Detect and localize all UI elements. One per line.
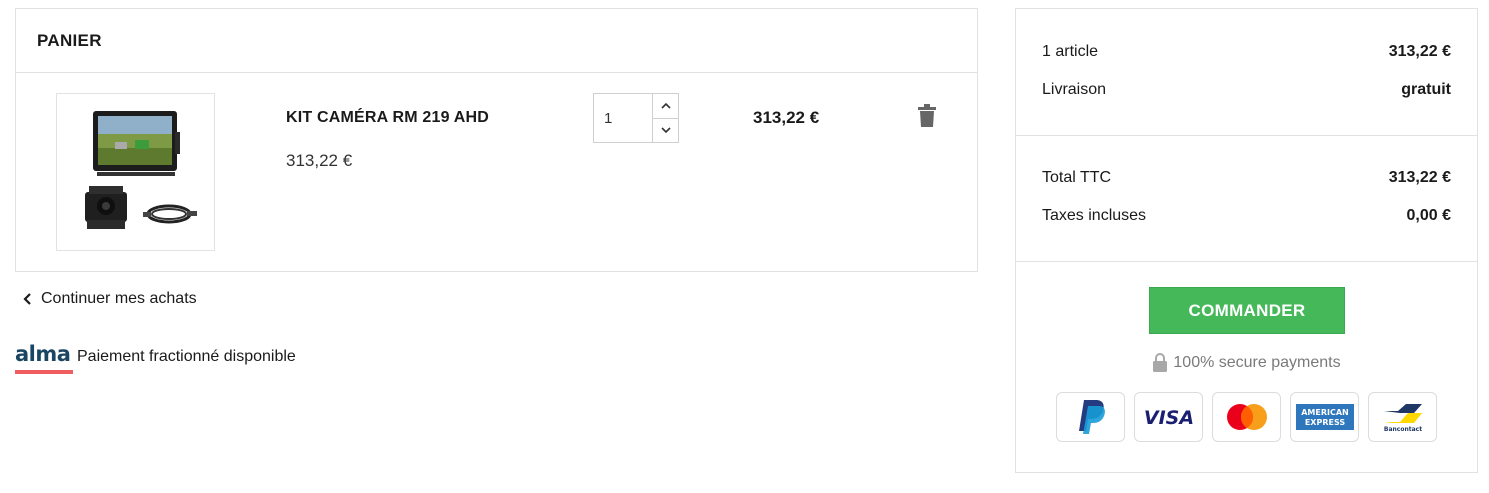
payment-card-paypal [1056,392,1125,442]
taxes-label: Taxes incluses [1042,207,1147,224]
secure-payments: 100% secure payments [1016,353,1477,372]
continue-shopping-label: Continuer mes achats [41,290,197,307]
lock-icon [1153,353,1168,372]
chevron-left-icon [23,293,31,305]
secure-payments-label: 100% secure payments [1173,353,1341,371]
line-total: 313,22 € [753,108,820,127]
articles-label: 1 article [1042,43,1099,60]
shipping-label: Livraison [1042,81,1107,98]
total-label: Total TTC [1042,169,1112,186]
alma-logo-underline [15,370,73,374]
checkout-button[interactable]: COMMANDER [1149,287,1345,334]
amex-icon: AMERICAN EXPRESS [1295,404,1354,430]
cart-title: PANIER [37,31,102,50]
svg-text:EXPRESS: EXPRESS [1304,418,1345,427]
svg-text:AMERICAN: AMERICAN [1301,408,1349,417]
payment-methods: VISA AMERICAN EXPRESS Bancontact [1056,392,1437,442]
product-name[interactable]: KIT CAMÉRA RM 219 AHD [286,109,489,127]
trash-icon [918,104,936,127]
taxes-value: 0,00 € [1406,207,1451,224]
alma-text: Paiement fractionné disponible [77,348,296,365]
paypal-icon [1078,400,1105,434]
product-image[interactable] [56,93,215,251]
visa-icon: VISA [1143,407,1193,428]
payment-card-mastercard [1212,392,1281,442]
svg-text:VISA: VISA [1143,407,1193,428]
payment-card-bancontact: Bancontact [1368,392,1437,442]
bancontact-icon: Bancontact [1383,404,1422,433]
summary-row-total: Total TTC 313,22 € [1042,159,1451,197]
alma-logo: alma [15,342,73,374]
summary-totals-block: Total TTC 313,22 € Taxes incluses 0,00 € [1016,136,1477,262]
continue-shopping-link[interactable]: Continuer mes achats [22,290,197,308]
alma-logo-text: alma [15,342,71,366]
total-value: 313,22 € [1388,169,1451,186]
quantity-stepper [593,93,679,143]
chevron-up-icon [660,102,671,109]
order-summary: 1 article 313,22 € Livraison gratuit Tot… [1015,8,1478,473]
summary-row-taxes: Taxes incluses 0,00 € [1042,197,1451,235]
summary-row-articles: 1 article 313,22 € [1042,33,1451,71]
svg-text:Bancontact: Bancontact [1383,426,1421,433]
cart-panel: PANIER KIT CAMÉRA RM 219 AHD 313,22 € 1 … [15,8,978,272]
cart-header: PANIER [16,9,977,73]
articles-value: 313,22 € [1388,43,1451,60]
summary-row-shipping: Livraison gratuit [1042,71,1451,109]
quantity-decrease-button[interactable] [653,117,678,143]
product-unit-price: 313,22 € [286,151,353,170]
payment-card-amex: AMERICAN EXPRESS [1290,392,1359,442]
quantity-buttons [653,94,678,142]
alma-installments: alma Paiement fractionné disponible [15,342,296,374]
quantity-input[interactable] [594,94,653,142]
chevron-down-icon [660,127,671,134]
quantity-increase-button[interactable] [653,94,678,118]
shipping-value: gratuit [1401,81,1451,98]
summary-subtotal-block: 1 article 313,22 € Livraison gratuit [1016,9,1477,136]
payment-card-visa: VISA [1134,392,1203,442]
mastercard-icon [1226,404,1267,430]
remove-item-button[interactable] [917,104,937,128]
